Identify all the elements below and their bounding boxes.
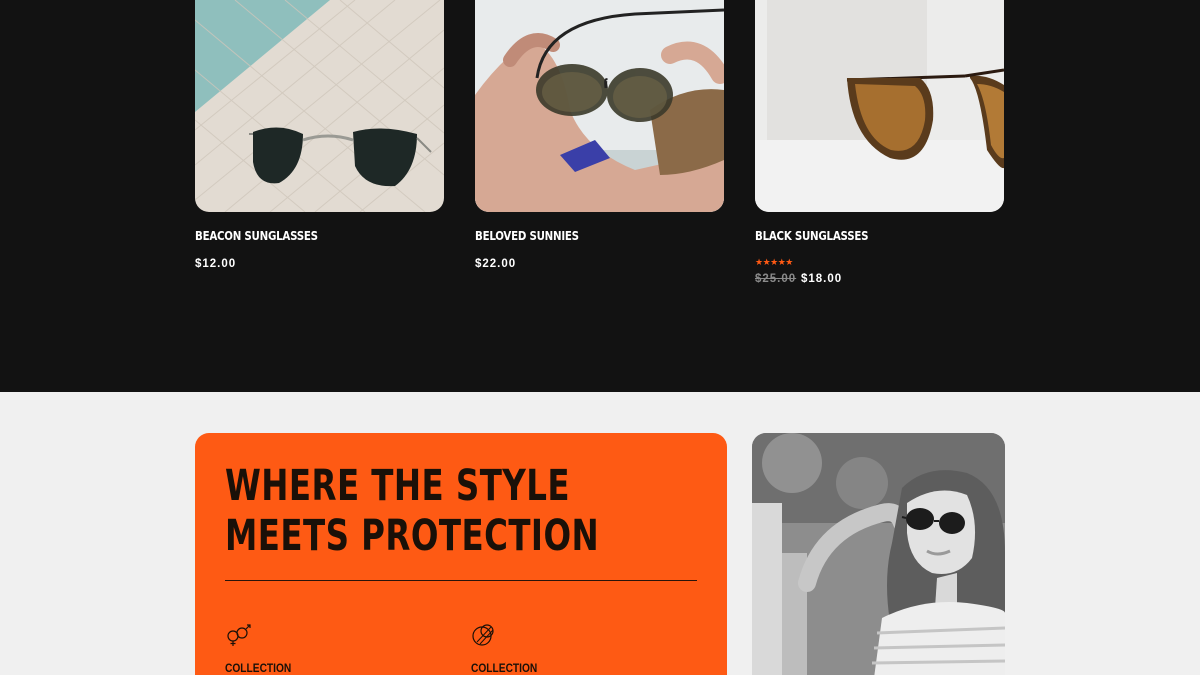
gender-symbols-icon xyxy=(227,624,251,646)
product-card[interactable]: BEACON SUNGLASSES $12.00 xyxy=(195,0,444,270)
feature-item: COLLECTION xyxy=(471,621,537,675)
feature-item: COLLECTION xyxy=(225,621,291,675)
original-price: $25.00 xyxy=(755,273,797,285)
promo-heading-line: WHERE THE STYLE xyxy=(225,461,570,511)
lens-circles-icon xyxy=(472,624,494,646)
product-image xyxy=(755,0,1004,212)
feature-label: COLLECTION xyxy=(471,661,538,675)
promo-card: WHERE THE STYLE MEETS PROTECTION COLLECT… xyxy=(195,433,727,675)
product-card[interactable]: BELOVED SUNNIES $22.00 xyxy=(475,0,724,270)
sale-price: $18.00 xyxy=(801,273,843,285)
product-image xyxy=(475,0,724,212)
product-image xyxy=(195,0,444,212)
product-image-link[interactable] xyxy=(475,0,724,212)
model-image xyxy=(752,433,1005,675)
product-name[interactable]: BELOVED SUNNIES xyxy=(475,228,579,243)
divider xyxy=(225,580,697,581)
product-image-link[interactable] xyxy=(755,0,1004,212)
rating-stars: ★★★★★ xyxy=(755,257,793,267)
product-image-link[interactable] xyxy=(195,0,444,212)
model-photo xyxy=(752,433,1005,675)
product-card[interactable]: BLACK SUNGLASSES ★★★★★ $25.00 $18.00 xyxy=(755,0,1004,285)
product-name[interactable]: BEACON SUNGLASSES xyxy=(195,228,318,243)
product-name[interactable]: BLACK SUNGLASSES xyxy=(755,228,868,243)
feature-label: COLLECTION xyxy=(225,661,292,675)
promo-heading-line: MEETS PROTECTION xyxy=(225,511,600,561)
promo-heading: WHERE THE STYLE MEETS PROTECTION xyxy=(225,461,599,561)
product-price: $12.00 xyxy=(195,258,237,270)
product-price: $22.00 xyxy=(475,258,517,270)
product-grid-section: BEACON SUNGLASSES $12.00 BELOVED SUNNIES… xyxy=(0,0,1200,392)
